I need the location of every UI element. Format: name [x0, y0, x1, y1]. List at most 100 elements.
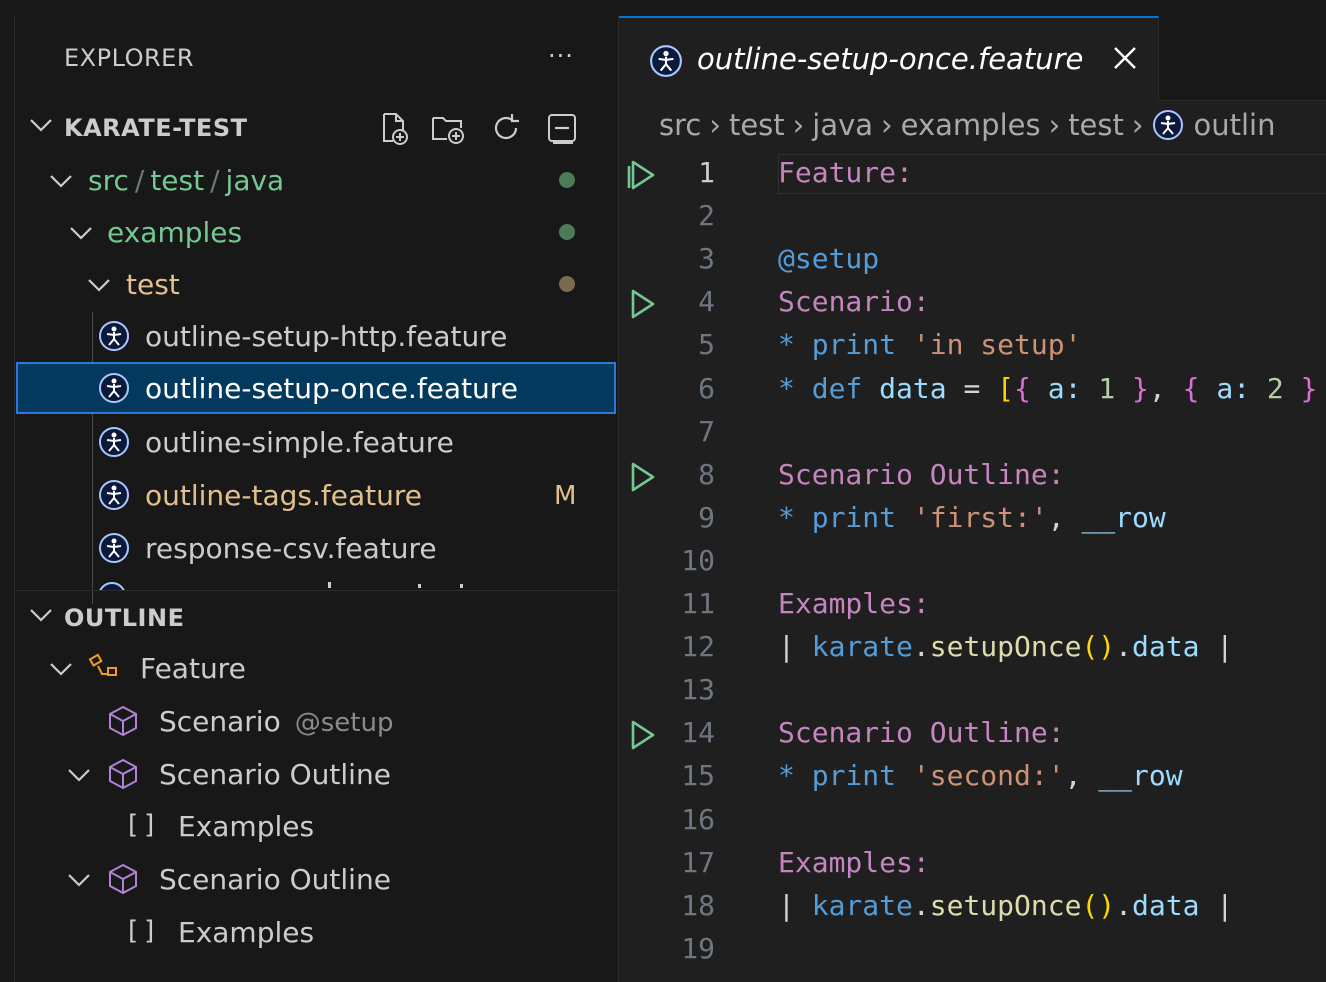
- run-test-icon[interactable]: [627, 287, 659, 321]
- code-line[interactable]: 19: [619, 930, 1326, 973]
- file-label: outline-setup-once.feature: [145, 372, 518, 405]
- code-line[interactable]: 1 Feature:: [619, 154, 1326, 197]
- code-token: (): [1081, 888, 1116, 922]
- code-line[interactable]: 14 Scenario Outline:: [619, 714, 1326, 757]
- section-title: KARATE-TEST: [64, 114, 248, 142]
- file-item[interactable]: outline-simple.feature: [16, 416, 616, 468]
- code-line[interactable]: 8 Scenario Outline:: [619, 456, 1326, 499]
- code-token: __row: [1098, 759, 1183, 793]
- code-line[interactable]: 4 Scenario:: [619, 283, 1326, 326]
- title-bar-edge: [0, 0, 1326, 17]
- breadcrumb-item[interactable]: src: [659, 108, 701, 142]
- code-token: =: [946, 371, 998, 405]
- code-line[interactable]: 15 * print 'second:', __row: [619, 757, 1326, 800]
- run-test-icon[interactable]: [627, 158, 659, 192]
- chevron-right-icon: ›: [1048, 108, 1061, 142]
- code-token: data: [1132, 888, 1200, 922]
- breadcrumb-item[interactable]: test: [1068, 108, 1124, 142]
- code-token: Examples:: [778, 845, 930, 879]
- run-test-icon[interactable]: [627, 460, 659, 494]
- git-status-dot: [559, 172, 575, 188]
- chevron-down-icon: [68, 769, 90, 782]
- section-header-karate-test[interactable]: KARATE-TEST: [16, 102, 616, 152]
- code-token: Scenario Outline:: [778, 716, 1065, 750]
- class-icon: [88, 653, 117, 676]
- code-line[interactable]: 6 * def data = [{ a: 1 }, { a: 2 }: [619, 370, 1326, 413]
- close-icon[interactable]: [1111, 44, 1139, 72]
- code-token: .: [1115, 630, 1133, 664]
- chevron-right-icon: ›: [792, 108, 805, 142]
- refresh-icon[interactable]: [488, 110, 524, 146]
- more-actions-button[interactable]: ···: [548, 42, 574, 70]
- code-line[interactable]: 17 Examples:: [619, 844, 1326, 887]
- outline-item-scenario-outline[interactable]: Scenario Outline: [16, 853, 616, 905]
- section-header-outline[interactable]: OUTLINE: [16, 592, 616, 642]
- line-number: 3: [698, 242, 715, 276]
- code-line[interactable]: 3 @setup: [619, 240, 1326, 283]
- new-file-icon[interactable]: [376, 110, 412, 146]
- code-line[interactable]: 10: [619, 542, 1326, 585]
- code-token: |: [778, 630, 812, 664]
- code-line[interactable]: 5 * print 'in setup': [619, 326, 1326, 369]
- line-number: 2: [698, 199, 715, 233]
- code-token: ,: [1047, 500, 1082, 534]
- chevron-down-icon: [50, 663, 72, 676]
- code-line[interactable]: 9 * print 'first:', __row: [619, 499, 1326, 542]
- line-number: 17: [681, 845, 715, 879]
- tab-outline-setup-once[interactable]: outline-setup-once.feature: [619, 16, 1159, 101]
- run-test-icon[interactable]: [627, 718, 659, 752]
- code-line[interactable]: 11 Examples:: [619, 585, 1326, 628]
- code-token: data: [1132, 630, 1200, 664]
- code-line[interactable]: 2: [619, 197, 1326, 240]
- explorer-title: EXPLORER: [64, 44, 194, 72]
- outline-item-feature[interactable]: Feature: [16, 642, 616, 694]
- breadcrumb-item[interactable]: examples: [901, 108, 1041, 142]
- code-line[interactable]: 18 | karate.setupOnce().data |: [619, 887, 1326, 930]
- code-line[interactable]: 12 | karate.setupOnce().data |: [619, 628, 1326, 671]
- line-text: Scenario Outline:: [778, 458, 1065, 491]
- chevron-down-icon: [50, 175, 72, 188]
- outline-label: Scenario Outline: [159, 758, 391, 791]
- chevron-right-icon: ›: [1131, 108, 1144, 142]
- folder-src-test-java[interactable]: src / test / java: [16, 154, 616, 206]
- collapse-all-icon[interactable]: [544, 110, 580, 146]
- outline-item-examples[interactable]: [] Examples: [16, 906, 616, 958]
- code-line[interactable]: 13: [619, 671, 1326, 714]
- line-number: 1: [698, 156, 715, 189]
- array-icon: []: [128, 916, 161, 946]
- line-text: @setup: [778, 242, 879, 275]
- breadcrumb-item[interactable]: test: [729, 108, 785, 142]
- method-icon: [109, 758, 137, 790]
- code-token: Examples:: [778, 587, 930, 620]
- code-token: .: [1115, 888, 1133, 922]
- breadcrumb-item[interactable]: java: [812, 108, 873, 142]
- outline-item-scenario-outline[interactable]: Scenario Outline: [16, 748, 616, 800]
- outline-label: Feature: [140, 652, 246, 685]
- code-token: *: [778, 371, 812, 405]
- line-number: 5: [698, 328, 715, 362]
- section-divider: [16, 590, 618, 591]
- code-token: data: [879, 371, 947, 405]
- code-token: Scenario Outline:: [778, 457, 1065, 491]
- folder-examples[interactable]: examples: [16, 206, 616, 258]
- line-text: | karate.setupOnce().data |: [778, 630, 1233, 663]
- folder-test[interactable]: test: [16, 258, 616, 310]
- code-line[interactable]: 16: [619, 801, 1326, 844]
- file-item[interactable]: response-csv.feature: [16, 522, 616, 574]
- file-item-selected[interactable]: outline-setup-once.feature: [16, 362, 616, 414]
- file-item-modified[interactable]: outline-tags.feature M: [16, 469, 616, 521]
- outline-item-examples[interactable]: [] Examples: [16, 800, 616, 852]
- code-line[interactable]: 7: [619, 413, 1326, 456]
- code-token: |: [1199, 630, 1234, 664]
- breadcrumb-item[interactable]: outlin: [1194, 108, 1276, 142]
- clipped-file-label: [128, 582, 468, 590]
- line-number: 9: [698, 500, 715, 534]
- outline-item-scenario[interactable]: Scenario @setup: [16, 695, 616, 747]
- file-item[interactable]: outline-setup-http.feature: [16, 310, 616, 362]
- code-token: def: [811, 371, 863, 405]
- new-folder-icon[interactable]: [430, 110, 466, 146]
- git-status-dot: [559, 276, 575, 292]
- line-number: 13: [681, 673, 715, 707]
